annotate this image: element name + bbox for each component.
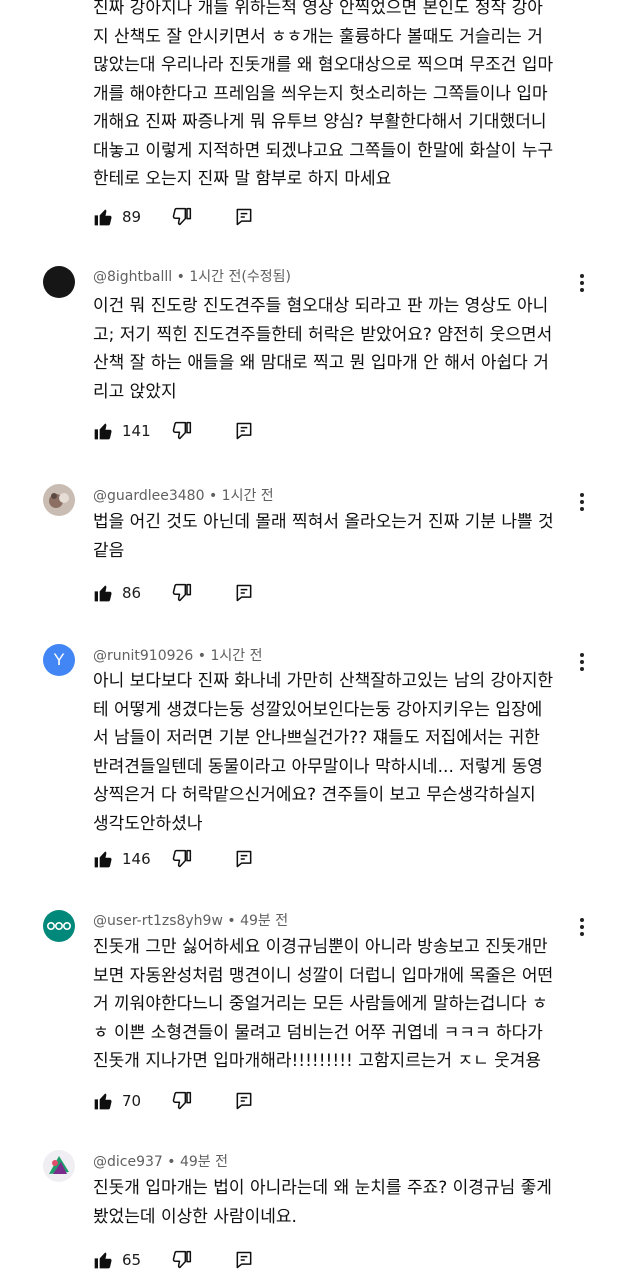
meta-separator: • — [227, 913, 236, 929]
comment-actions: 70 — [93, 1089, 254, 1113]
avatar-image — [47, 922, 71, 931]
reply-button[interactable] — [234, 583, 254, 603]
thumbs-down-icon — [172, 421, 192, 440]
thumbs-up-icon — [94, 1252, 112, 1269]
avatar[interactable] — [43, 266, 75, 298]
comment-time: 49분 전 — [240, 913, 289, 929]
meta-separator: • — [167, 1154, 176, 1170]
avatar-image — [49, 1156, 69, 1174]
thumbs-up-icon — [94, 1093, 112, 1110]
reply-icon — [236, 850, 252, 868]
dislike-button[interactable] — [172, 1091, 192, 1111]
comment-author[interactable]: @8ightballl — [93, 269, 172, 285]
avatar[interactable] — [43, 910, 75, 942]
reply-icon — [236, 208, 252, 226]
comment-actions: 146 — [93, 847, 254, 871]
comment-time: 1시간 전 — [210, 648, 263, 664]
thumbs-up-icon — [94, 423, 112, 440]
comment-text: 이건 뭐 진도랑 진도견주들 혐오대상 되라고 판 까는 영상도 아니 고; 저… — [93, 296, 553, 402]
like-button[interactable]: 146 — [93, 849, 164, 869]
comment-meta: @dice937 • 49분 전 — [93, 1151, 228, 1171]
comment-time: 1시간 전(수정됨) — [189, 269, 291, 285]
like-button[interactable]: 65 — [93, 1250, 164, 1270]
comment-author[interactable]: @user-rt1zs8yh9w — [93, 913, 223, 929]
like-count: 141 — [122, 422, 151, 440]
meta-separator: • — [197, 648, 207, 664]
comment-author[interactable]: @runit910926 — [93, 648, 193, 664]
thumbs-up-icon — [94, 209, 112, 226]
avatar[interactable]: Y — [43, 644, 75, 676]
reply-button[interactable] — [234, 1250, 254, 1270]
thumbs-down-icon — [172, 1250, 192, 1269]
thumbs-down-icon — [172, 849, 192, 868]
comment-author[interactable]: @dice937 — [93, 1154, 163, 1170]
thumbs-up-icon — [94, 851, 112, 868]
reply-icon — [236, 1092, 252, 1110]
like-count: 65 — [122, 1251, 142, 1269]
comment-meta: @8ightballl • 1시간 전(수정됨) — [93, 266, 291, 286]
reply-button[interactable] — [234, 421, 254, 441]
thumbs-down-icon — [172, 583, 192, 602]
comment-time: 49분 전 — [179, 1154, 229, 1170]
comment-meta: @runit910926 • 1시간 전 — [93, 645, 263, 665]
reply-icon — [236, 1251, 252, 1269]
like-count: 89 — [122, 208, 142, 226]
comment-actions: 86 — [93, 581, 254, 605]
reply-button[interactable] — [234, 1091, 254, 1111]
thumbs-up-icon — [94, 585, 112, 602]
comment-text: 진돗개 그만 싫어하세요 이경규님뿐이 아니라 방송보고 진돗개만 보면 자동완… — [93, 937, 554, 1071]
comment-text: 진돗개 입마개는 법이 아니라는데 왜 눈치를 주죠? 이경규님 좋게 봤었는데… — [93, 1178, 552, 1227]
like-button[interactable]: 70 — [93, 1091, 164, 1111]
dislike-button[interactable] — [172, 1250, 192, 1270]
reply-icon — [236, 422, 252, 440]
avatar[interactable] — [43, 484, 75, 516]
dislike-button[interactable] — [172, 207, 192, 227]
dislike-button[interactable] — [172, 583, 192, 603]
like-count: 146 — [122, 850, 151, 868]
comment-meta: @guardlee3480 • 1시간 전 — [93, 485, 274, 505]
like-count: 86 — [122, 584, 142, 602]
comment-actions: 141 — [93, 419, 254, 443]
reply-button[interactable] — [234, 849, 254, 869]
reply-button[interactable] — [234, 207, 254, 227]
reply-icon — [236, 584, 252, 602]
like-button[interactable]: 86 — [93, 583, 164, 603]
dislike-button[interactable] — [172, 421, 192, 441]
avatar[interactable] — [43, 1150, 75, 1182]
comment-actions: 89 — [93, 205, 254, 229]
comment-text: 아니 보다보다 진짜 화나네 가만히 산책잘하고있는 남의 강아지한 테 어떻게… — [93, 671, 554, 834]
comment-author[interactable]: @guardlee3480 — [93, 488, 204, 504]
meta-separator: • — [176, 269, 185, 285]
like-button[interactable]: 89 — [93, 207, 164, 227]
like-button[interactable]: 141 — [93, 421, 164, 441]
comment-text: 법을 어긴 것도 아닌데 몰래 찍혀서 올라오는거 진짜 기분 나쁠 것 같음 — [93, 512, 554, 561]
comment-text: 진짜 강아지나 개들 위하는척 영상 안찍었으면 본인도 정작 강아 지 산책도… — [93, 0, 554, 189]
avatar-image — [49, 493, 69, 508]
thumbs-down-icon — [172, 1091, 192, 1110]
comment-actions: 65 — [93, 1248, 254, 1272]
dislike-button[interactable] — [172, 849, 192, 869]
meta-separator: • — [208, 488, 218, 504]
comment-meta: @user-rt1zs8yh9w • 49분 전 — [93, 910, 288, 930]
comment-time: 1시간 전 — [221, 488, 274, 504]
avatar-letter: Y — [53, 650, 65, 669]
like-count: 70 — [122, 1092, 142, 1110]
thumbs-down-icon — [172, 207, 192, 226]
